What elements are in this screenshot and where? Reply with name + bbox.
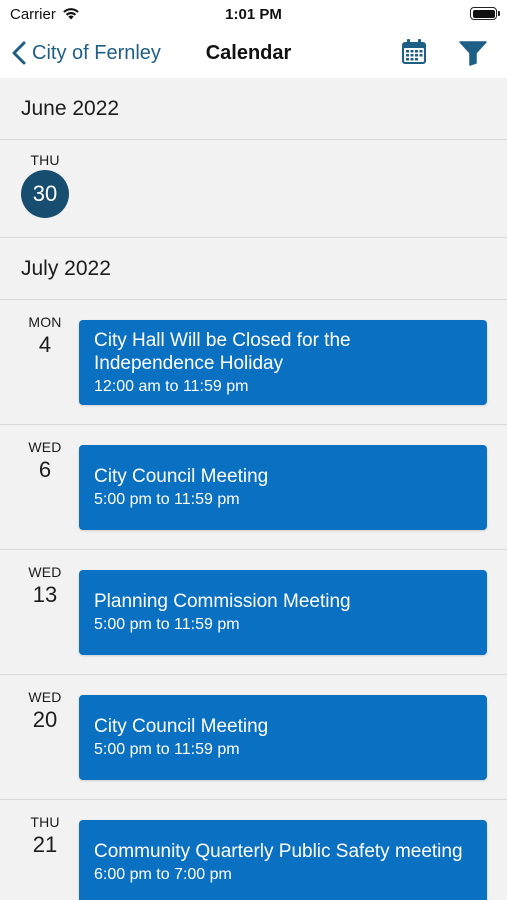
- day-label: WED 6: [0, 439, 90, 483]
- day-number: 13: [32, 582, 58, 607]
- month-header: June 2022: [0, 78, 507, 140]
- day-label: WED 20: [0, 689, 90, 733]
- event-time: 6:00 pm to 7:00 pm: [94, 866, 232, 883]
- day-row: THU 21 Community Quarterly Public Safety…: [0, 800, 507, 900]
- day-number: 6: [38, 457, 52, 482]
- chevron-left-icon: [12, 41, 26, 65]
- event-title: Community Quarterly Public Safety meetin…: [94, 841, 463, 862]
- weekday-label: MON: [28, 314, 62, 330]
- battery-icon: [470, 7, 500, 20]
- weekday-label: WED: [28, 439, 62, 455]
- back-button[interactable]: City of Fernley: [10, 38, 161, 68]
- day-label: THU 30: [0, 152, 90, 218]
- event-time: 5:00 pm to 11:59 pm: [94, 741, 240, 758]
- day-row: WED 6 City Council Meeting 5:00 pm to 11…: [0, 425, 507, 550]
- month-header: July 2022: [0, 238, 507, 300]
- calendar-list[interactable]: June 2022 THU 30 July 2022 MON 4 City Ha…: [0, 78, 507, 900]
- nav-bar: City of Fernley Calendar: [0, 30, 507, 78]
- weekday-label: THU: [30, 814, 60, 830]
- event-card[interactable]: Community Quarterly Public Safety meetin…: [79, 820, 487, 900]
- filter-icon[interactable]: [459, 40, 487, 66]
- day-row: WED 13 Planning Commission Meeting 5:00 …: [0, 550, 507, 675]
- day-number: 21: [32, 832, 58, 857]
- event-title: City Council Meeting: [94, 716, 269, 737]
- back-label: City of Fernley: [32, 41, 161, 64]
- today-indicator[interactable]: 30: [21, 170, 69, 218]
- event-card[interactable]: City Hall Will be Closed for the Indepen…: [79, 320, 487, 405]
- event-title: Planning Commission Meeting: [94, 591, 351, 612]
- day-label: THU 21: [0, 814, 90, 858]
- day-number: 4: [38, 332, 52, 357]
- weekday-label: THU: [30, 152, 60, 168]
- day-label: MON 4: [0, 314, 90, 358]
- event-card[interactable]: City Council Meeting 5:00 pm to 11:59 pm: [79, 695, 487, 780]
- day-row: WED 20 City Council Meeting 5:00 pm to 1…: [0, 675, 507, 800]
- day-number: 20: [32, 707, 58, 732]
- event-card[interactable]: Planning Commission Meeting 5:00 pm to 1…: [79, 570, 487, 655]
- event-title: City Hall Will be Closed for the Indepen…: [94, 329, 351, 374]
- day-row: MON 4 City Hall Will be Closed for the I…: [0, 300, 507, 425]
- weekday-label: WED: [28, 689, 62, 705]
- event-card[interactable]: City Council Meeting 5:00 pm to 11:59 pm: [79, 445, 487, 530]
- day-label: WED 13: [0, 564, 90, 608]
- weekday-label: WED: [28, 564, 62, 580]
- event-time: 5:00 pm to 11:59 pm: [94, 616, 240, 633]
- calendar-icon[interactable]: [400, 38, 428, 66]
- event-time: 5:00 pm to 11:59 pm: [94, 491, 240, 508]
- status-time: 1:01 PM: [225, 6, 282, 23]
- day-row: THU 30: [0, 140, 507, 238]
- status-bar: Carrier 1:01 PM: [0, 0, 507, 30]
- event-time: 12:00 am to 11:59 pm: [94, 377, 249, 395]
- event-title: City Council Meeting: [94, 466, 269, 487]
